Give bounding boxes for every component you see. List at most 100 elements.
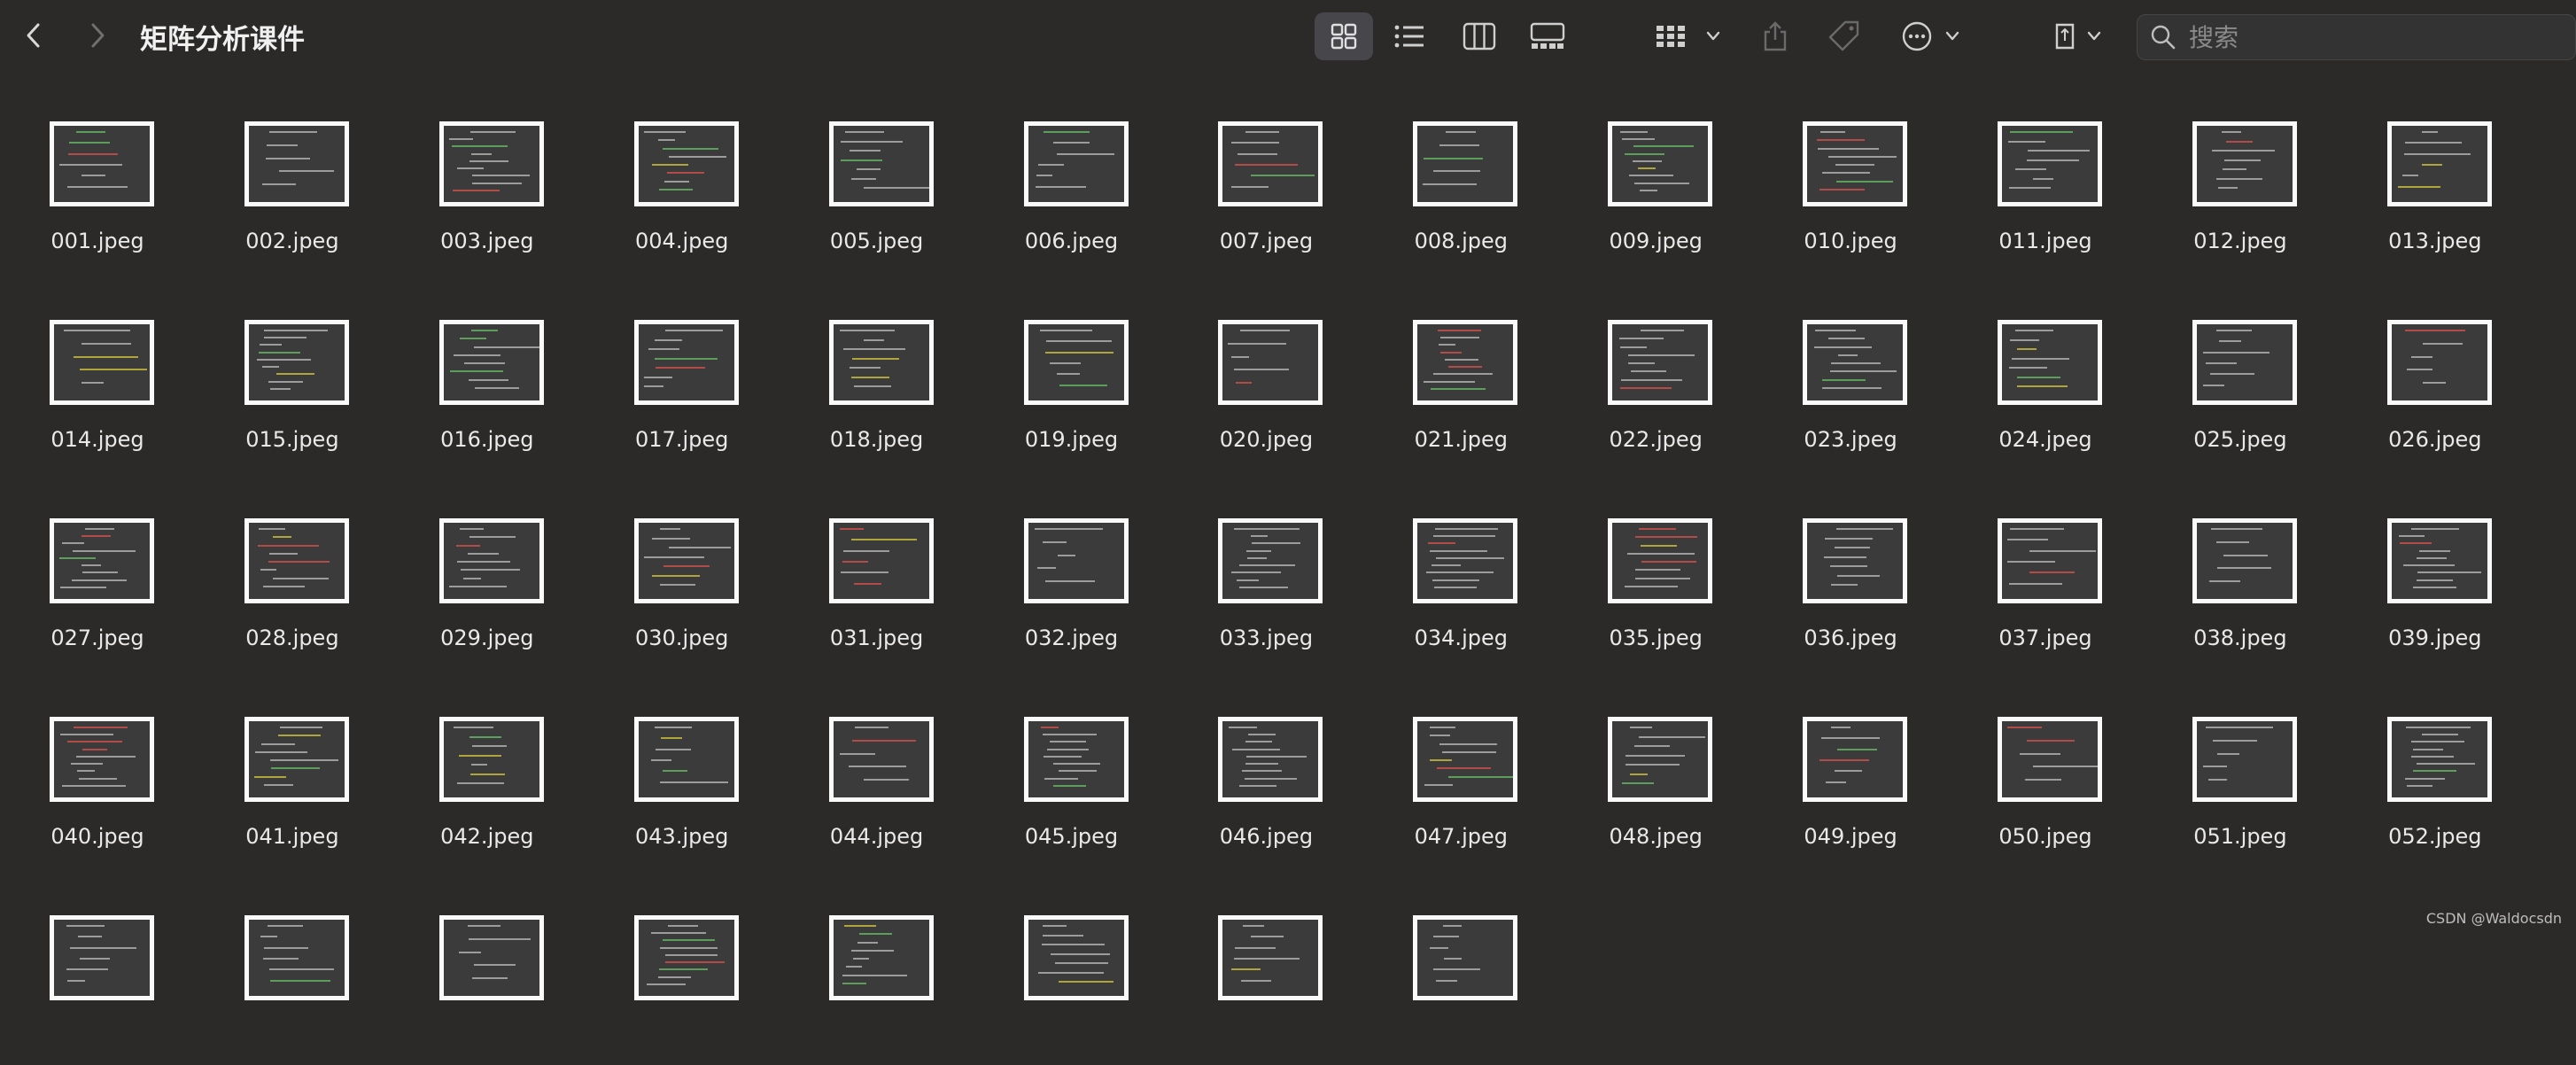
file-thumbnail (244, 121, 349, 206)
file-item[interactable]: 034.jpeg (1363, 470, 1558, 668)
file-item-partial[interactable] (390, 867, 585, 1065)
file-item[interactable]: 039.jpeg (2338, 470, 2533, 668)
eject-menu-button[interactable] (2053, 12, 2110, 60)
file-item[interactable]: 012.jpeg (2143, 73, 2338, 271)
file-name: 046.jpeg (1219, 824, 1314, 849)
search-input[interactable] (2187, 21, 2545, 53)
window-title: 矩阵分析课件 (140, 23, 305, 56)
file-item[interactable]: 018.jpeg (780, 271, 974, 470)
file-item[interactable]: 047.jpeg (1363, 668, 1558, 867)
file-item-partial[interactable] (1168, 867, 1363, 1065)
file-thumbnail (1023, 320, 1129, 405)
file-item[interactable]: 026.jpeg (2338, 271, 2533, 470)
file-thumbnail (244, 717, 349, 802)
file-item[interactable]: 008.jpeg (1363, 73, 1558, 271)
file-item[interactable]: 020.jpeg (1168, 271, 1363, 470)
file-item-partial[interactable] (195, 867, 390, 1065)
back-button[interactable] (14, 16, 53, 55)
file-item[interactable]: 025.jpeg (2143, 271, 2338, 470)
file-name: 051.jpeg (2193, 824, 2287, 849)
file-item[interactable]: 013.jpeg (2338, 73, 2533, 271)
file-item[interactable]: 004.jpeg (585, 73, 780, 271)
file-item[interactable]: 019.jpeg (974, 271, 1169, 470)
file-item-partial[interactable] (780, 867, 974, 1065)
file-item-partial[interactable] (1363, 867, 1558, 1065)
file-item[interactable]: 006.jpeg (974, 73, 1169, 271)
file-item[interactable]: 035.jpeg (1558, 470, 1753, 668)
file-item[interactable]: 050.jpeg (1948, 668, 2143, 867)
file-item[interactable]: 029.jpeg (390, 470, 585, 668)
file-item[interactable]: 027.jpeg (0, 470, 195, 668)
file-thumbnail (50, 121, 154, 206)
file-item[interactable]: 015.jpeg (195, 271, 390, 470)
file-item[interactable]: 046.jpeg (1168, 668, 1363, 867)
file-item[interactable]: 030.jpeg (585, 470, 780, 668)
file-thumbnail (50, 518, 154, 603)
file-thumbnail (1413, 121, 1518, 206)
file-item[interactable]: 009.jpeg (1558, 73, 1753, 271)
file-item[interactable]: 037.jpeg (1948, 470, 2143, 668)
file-item[interactable]: 052.jpeg (2338, 668, 2533, 867)
file-item[interactable]: 048.jpeg (1558, 668, 1753, 867)
file-item[interactable]: 044.jpeg (780, 668, 974, 867)
file-item-partial[interactable] (585, 867, 780, 1065)
file-item[interactable]: 045.jpeg (974, 668, 1169, 867)
file-item[interactable]: 024.jpeg (1948, 271, 2143, 470)
file-item[interactable]: 022.jpeg (1558, 271, 1753, 470)
file-item[interactable]: 005.jpeg (780, 73, 974, 271)
file-item[interactable]: 041.jpeg (195, 668, 390, 867)
file-item[interactable]: 011.jpeg (1948, 73, 2143, 271)
file-item[interactable]: 021.jpeg (1363, 271, 1558, 470)
file-item[interactable]: 040.jpeg (0, 668, 195, 867)
file-thumbnail (1023, 121, 1129, 206)
file-item[interactable]: 031.jpeg (780, 470, 974, 668)
file-thumbnail (633, 717, 739, 802)
file-item[interactable]: 002.jpeg (195, 73, 390, 271)
file-item-partial[interactable] (0, 867, 195, 1065)
group-by-button[interactable] (1655, 12, 1729, 60)
file-item[interactable]: 042.jpeg (390, 668, 585, 867)
file-item-partial[interactable] (974, 867, 1169, 1065)
file-name: 041.jpeg (245, 824, 339, 849)
file-thumbnail (828, 121, 934, 206)
file-item[interactable]: 023.jpeg (1753, 271, 1948, 470)
file-item[interactable]: 001.jpeg (0, 73, 195, 271)
file-item[interactable]: 028.jpeg (195, 470, 390, 668)
file-item[interactable]: 049.jpeg (1753, 668, 1948, 867)
file-thumbnail (1998, 717, 2102, 802)
list-view-icon (1394, 25, 1424, 48)
file-item[interactable]: 051.jpeg (2143, 668, 2338, 867)
file-item[interactable]: 016.jpeg (390, 271, 585, 470)
file-item[interactable]: 033.jpeg (1168, 470, 1363, 668)
file-thumbnail (244, 320, 349, 405)
file-name: 020.jpeg (1219, 427, 1314, 452)
file-thumbnail (438, 915, 544, 1000)
file-item[interactable]: 038.jpeg (2143, 470, 2338, 668)
grid-view-button[interactable] (1315, 12, 1373, 60)
file-item[interactable]: 003.jpeg (390, 73, 585, 271)
file-item[interactable]: 007.jpeg (1168, 73, 1363, 271)
file-item[interactable]: 032.jpeg (974, 470, 1169, 668)
file-name: 001.jpeg (50, 229, 144, 253)
file-item[interactable]: 036.jpeg (1753, 470, 1948, 668)
search-field[interactable] (2137, 14, 2576, 60)
more-actions-button[interactable] (1901, 12, 1968, 60)
column-view-button[interactable] (1453, 12, 1506, 60)
file-thumbnail (828, 717, 934, 802)
file-name: 048.jpeg (1609, 824, 1703, 849)
list-view-button[interactable] (1382, 12, 1437, 60)
file-item[interactable]: 014.jpeg (0, 271, 195, 470)
file-item[interactable]: 043.jpeg (585, 668, 780, 867)
forward-button[interactable] (78, 16, 117, 55)
toolbar: 矩阵分析课件 (0, 0, 2576, 73)
file-item[interactable]: 010.jpeg (1753, 73, 1948, 271)
share-button[interactable] (1757, 12, 1793, 60)
file-name: 007.jpeg (1219, 229, 1314, 253)
file-name: 038.jpeg (2193, 626, 2287, 650)
tag-button[interactable] (1825, 12, 1864, 60)
file-name: 035.jpeg (1609, 626, 1703, 650)
gallery-view-button[interactable] (1520, 12, 1575, 60)
file-thumbnail (438, 121, 544, 206)
file-thumbnail (633, 915, 739, 1000)
file-item[interactable]: 017.jpeg (585, 271, 780, 470)
